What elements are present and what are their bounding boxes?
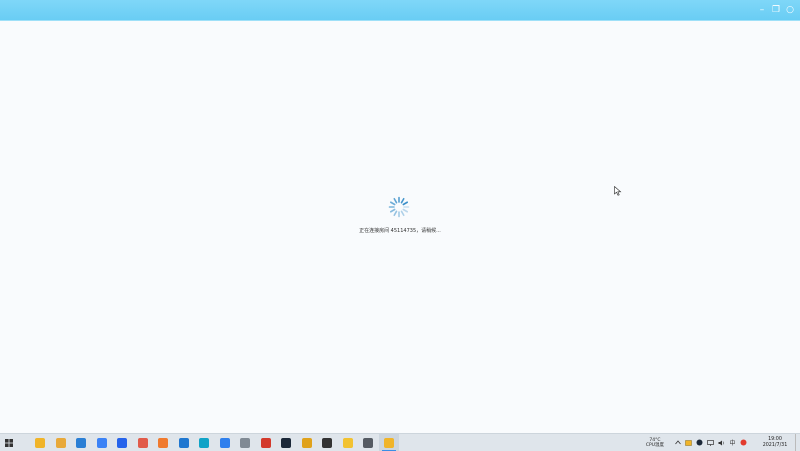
media-app-icon [260,437,271,448]
windows-icon [5,438,13,447]
taskbar-app[interactable] [235,434,255,451]
system-tray: 74°C CPU温度 中 19:00 2021/7/31 [646,434,800,451]
cpu-temperature[interactable]: 74°C CPU温度 [646,438,664,448]
taskbar-app[interactable] [174,434,194,451]
taskbar-app[interactable] [133,434,153,451]
mail-icon [178,437,189,448]
steam-icon [281,437,291,448]
taskbar-app[interactable] [276,434,296,451]
tray-icons: 中 [674,439,747,447]
clock-date: 2021/7/31 [762,442,788,448]
taskbar-app[interactable] [297,434,317,451]
taskbar-app[interactable] [317,434,337,451]
chat-app-icon [342,437,353,448]
window-controls: – ❐ ○ [756,2,796,18]
taskbar-apps [30,434,399,451]
chevron-up-icon[interactable] [674,440,681,446]
antivirus-icon[interactable] [740,439,747,446]
shield-icon [117,437,127,448]
taskbar-app[interactable] [338,434,358,451]
loading-spinner-icon [388,196,410,218]
minimize-button[interactable]: – [756,2,768,18]
taskbar-app[interactable] [112,434,132,451]
app-orange-icon [158,437,168,448]
start-button[interactable] [0,434,18,451]
taskbar-app[interactable] [194,434,214,451]
phone-link-icon [363,437,373,448]
cloud-icon [137,437,148,448]
loading-message: 正在连接房间 45114735，请稍候... [359,228,441,234]
clock[interactable]: 19:00 2021/7/31 [755,437,795,449]
cpu-temp-label: CPU温度 [645,442,664,448]
maximize-button[interactable]: ❐ [770,2,782,18]
vs-code-icon [219,437,230,448]
taskbar-app[interactable] [51,434,71,451]
taskbar-app[interactable] [378,434,399,451]
taskbar: 74°C CPU温度 中 19:00 2021/7/31 [0,433,800,451]
edge-icon [76,437,86,448]
file-explorer-icon [35,437,45,448]
browser-icon [96,437,107,448]
tray-app-icon[interactable] [685,439,692,446]
title-bar: – ❐ ○ [0,0,800,21]
taskbar-app[interactable] [30,434,50,451]
taskbar-app[interactable] [153,434,173,451]
steam-tray-icon[interactable] [696,439,703,446]
edge-browser-icon [199,437,209,448]
printer-icon [240,437,250,448]
chrome-icon [301,437,312,448]
show-desktop-button[interactable] [795,434,800,451]
network-icon[interactable] [707,439,714,446]
close-button[interactable]: ○ [784,2,796,18]
movie-app-icon [383,437,394,448]
ime-indicator[interactable]: 中 [729,440,736,447]
taskbar-app[interactable] [71,434,91,451]
taskbar-app[interactable] [92,434,112,451]
file-manager-icon [55,437,66,448]
volume-icon[interactable] [718,440,725,446]
taskbar-app[interactable] [215,434,235,451]
taskbar-app[interactable] [358,434,378,451]
clock-app-icon [322,437,332,448]
taskbar-app[interactable] [256,434,276,451]
mouse-cursor-icon [614,186,622,196]
